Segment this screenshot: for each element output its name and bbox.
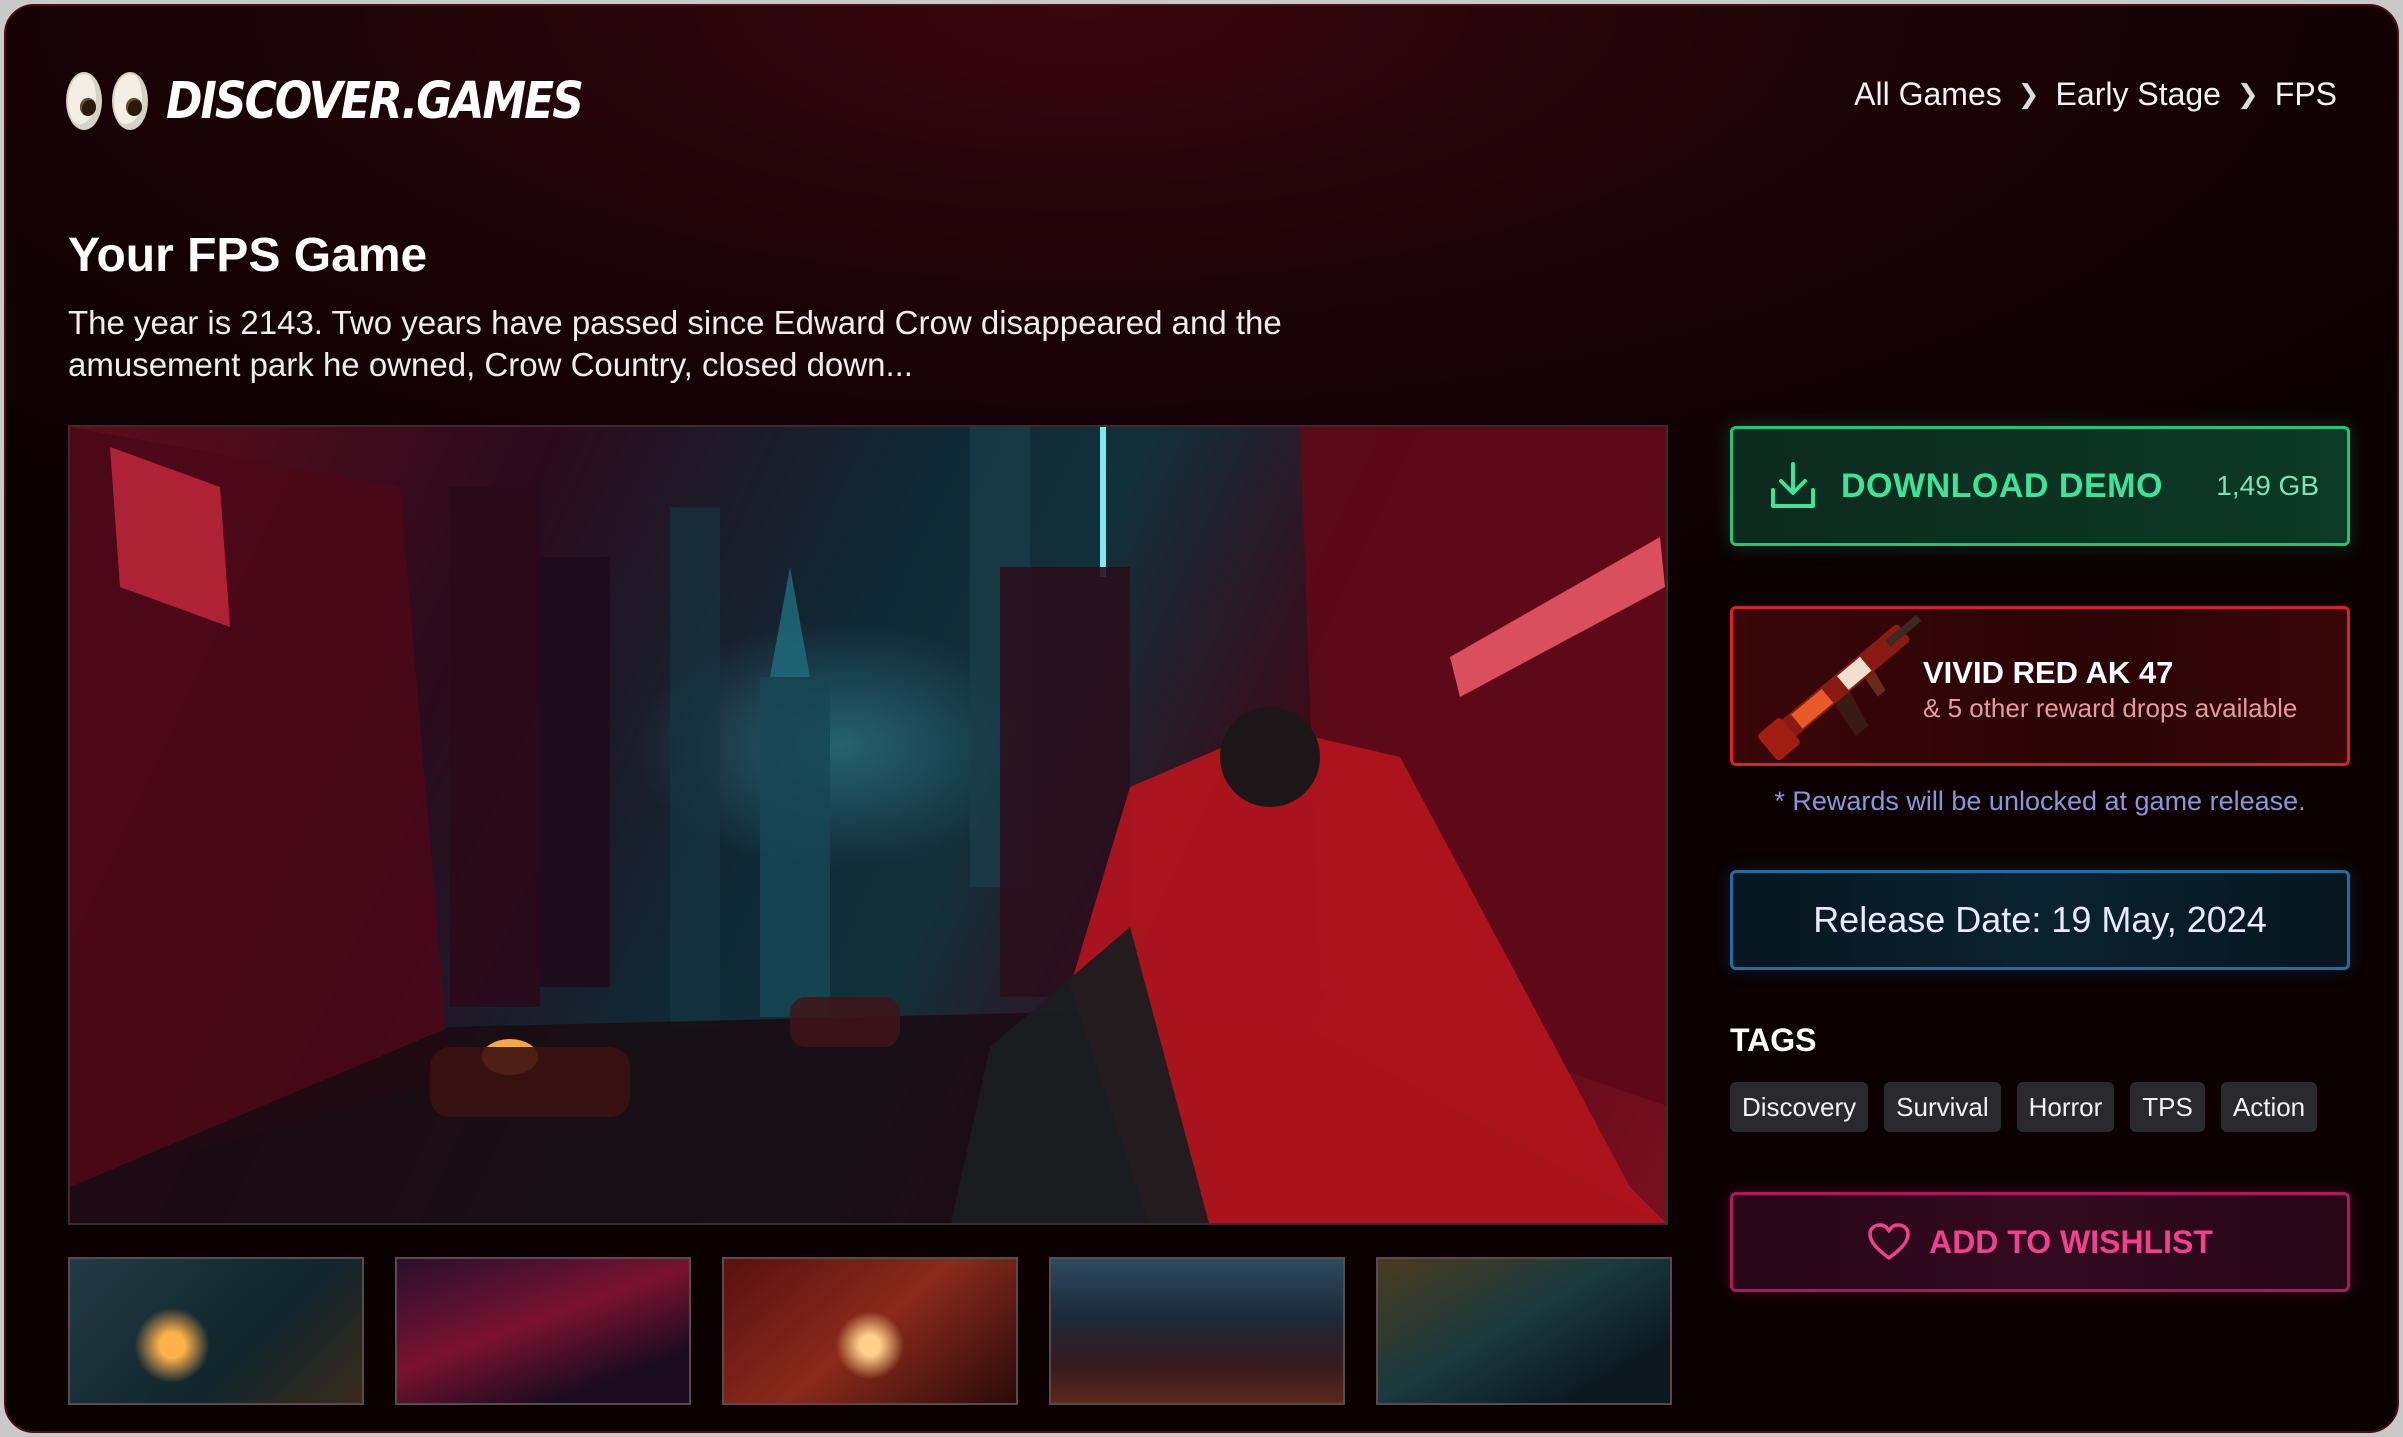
release-date-badge: Release Date: 19 May, 2024 — [1730, 870, 2350, 970]
download-demo-label: DOWNLOAD DEMO — [1841, 466, 2163, 505]
main-screenshot[interactable] — [68, 425, 1668, 1225]
download-size: 1,49 GB — [2216, 470, 2319, 501]
reward-note: * Rewards will be unlocked at game relea… — [1774, 786, 2306, 816]
thumbnail-2[interactable] — [395, 1257, 691, 1405]
thumbnail-5[interactable] — [1376, 1257, 1672, 1405]
game-description: The year is 2143. Two years have passed … — [68, 304, 1282, 383]
reward-subtitle: & 5 other reward drops available — [1923, 693, 2298, 723]
breadcrumb-fps[interactable]: FPS — [2275, 76, 2337, 113]
eyes-icon — [66, 72, 102, 130]
cyberpunk-scene-image — [70, 427, 1666, 1223]
tag-list: Discovery Survival Horror TPS Action — [1730, 1082, 2350, 1132]
logo-text: DISCOVER.GAMES — [166, 71, 584, 131]
eyes-icon-right — [112, 72, 148, 130]
reward-card[interactable]: VIVID RED AK 47 & 5 other reward drops a… — [1730, 606, 2350, 766]
logo[interactable]: DISCOVER.GAMES — [66, 71, 584, 131]
tag-survival[interactable]: Survival — [1884, 1082, 2001, 1132]
tag-discovery[interactable]: Discovery — [1730, 1082, 1869, 1132]
thumbnail-3[interactable] — [722, 1257, 1018, 1405]
tag-horror[interactable]: Horror — [2016, 1082, 2115, 1132]
tag-tps[interactable]: TPS — [2130, 1082, 2205, 1132]
download-icon — [1771, 462, 1815, 508]
breadcrumb: All Games ❯ Early Stage ❯ FPS — [1854, 76, 2337, 113]
thumbnail-4[interactable] — [1049, 1257, 1345, 1405]
breadcrumb-early-stage[interactable]: Early Stage — [2056, 76, 2221, 113]
wishlist-label: ADD TO WISHLIST — [1929, 1223, 2213, 1260]
tags-heading: TAGS — [1730, 1022, 1817, 1058]
add-to-wishlist-button[interactable]: ADD TO WISHLIST — [1730, 1192, 2350, 1292]
chevron-right-icon: ❯ — [2236, 79, 2259, 109]
page-frame: DISCOVER.GAMES All Games ❯ Early Stage ❯… — [4, 4, 2399, 1433]
chevron-right-icon: ❯ — [2017, 79, 2040, 109]
heart-icon — [1868, 1223, 1910, 1260]
page-title: Your FPS Game — [68, 229, 428, 282]
thumbnail-1[interactable] — [68, 1257, 364, 1405]
reward-name: VIVID RED AK 47 — [1923, 655, 2174, 690]
tag-action[interactable]: Action — [2220, 1082, 2318, 1132]
breadcrumb-all-games[interactable]: All Games — [1854, 76, 2002, 113]
rifle-icon — [1758, 614, 1922, 761]
download-demo-button[interactable]: DOWNLOAD DEMO 1,49 GB — [1730, 426, 2350, 546]
thumbnail-strip — [68, 1257, 1672, 1405]
